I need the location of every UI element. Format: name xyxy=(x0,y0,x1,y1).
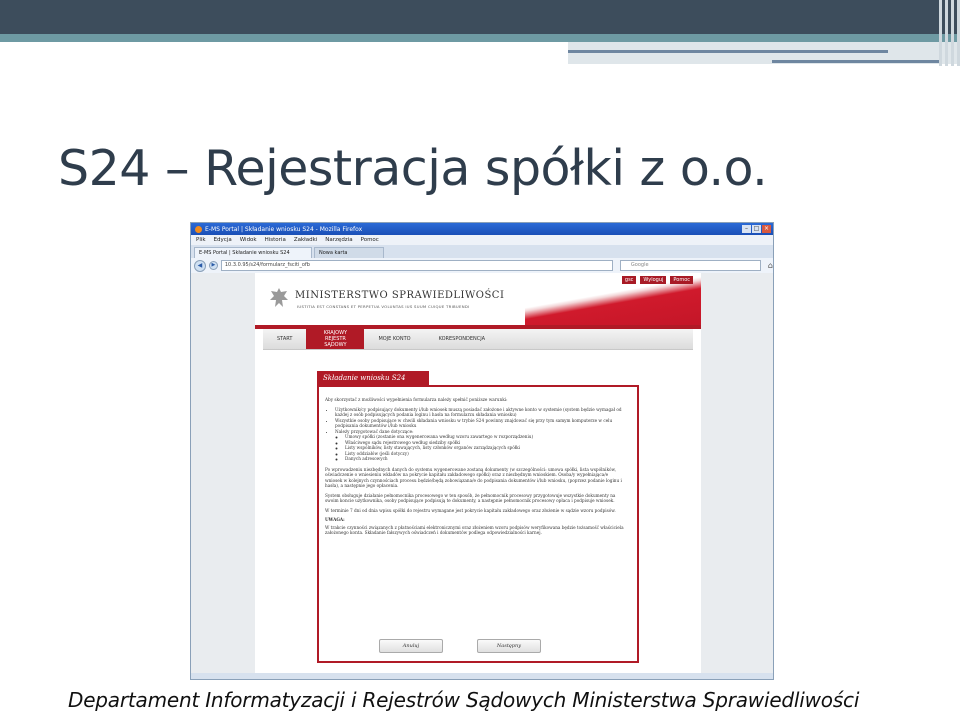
conditions-list: Użytkownik/cy podpisujący dokumenty i/lu… xyxy=(325,407,625,462)
menu-pomoc[interactable]: Pomoc xyxy=(361,237,379,243)
site-nav: START KRAJOWY REJESTR SĄDOWY MOJE KONTO … xyxy=(263,329,693,350)
form-intro: Aby skorzystać z możliwości wypełnienia … xyxy=(325,397,508,402)
browser-titlebar: E-MS Portal | Składanie wniosku S24 - Mo… xyxy=(191,223,773,235)
sub-conditions-list: Umowy spółki (zostanie ona wygenerowana … xyxy=(335,434,625,462)
browser-window-title: E-MS Portal | Składanie wniosku S24 - Mo… xyxy=(205,225,363,233)
menu-plik[interactable]: Plik xyxy=(196,237,206,243)
address-bar[interactable]: 10.3.0.95/s24/formularz_fsciti_ofb xyxy=(220,260,613,271)
slide-header-bar xyxy=(0,0,960,34)
webpage: gsc Wyloguj Pomoc MINISTERSTWO SPRAWIEDL… xyxy=(255,273,701,679)
slide-stripes xyxy=(928,0,960,66)
form-buttons: Anuluj Następny xyxy=(379,639,541,653)
menu-edycja[interactable]: Edycja xyxy=(214,237,232,243)
ministry-motto: IUSTITIA EST CONSTANS ET PERPETUA VOLUNT… xyxy=(297,304,470,309)
nav-krs[interactable]: KRAJOWY REJESTR SĄDOWY xyxy=(306,329,365,349)
close-icon[interactable]: × xyxy=(762,225,771,233)
slide-thin-line xyxy=(772,60,942,63)
warning-label: UWAGA: xyxy=(325,517,345,522)
home-icon[interactable]: ⌂ xyxy=(768,261,773,270)
menu-zakladki[interactable]: Zakładki xyxy=(294,237,317,243)
browser-navbar: ◀ ▶ 10.3.0.95/s24/formularz_fsciti_ofb G… xyxy=(191,258,773,273)
condition-item: Wszystkie osoby podpisujące w chwili skł… xyxy=(335,418,625,429)
minimize-icon[interactable]: – xyxy=(742,225,751,233)
logout-link[interactable]: Wyloguj xyxy=(640,276,667,284)
slide-thin-line xyxy=(568,50,888,53)
forward-icon[interactable]: ▶ xyxy=(208,261,218,270)
menu-widok[interactable]: Widok xyxy=(240,237,257,243)
form-paragraph: Po wprowadzeniu niezbędnych danych do sy… xyxy=(325,466,622,489)
user-link[interactable]: gsc xyxy=(621,276,637,284)
ministry-name: MINISTERSTWO SPRAWIEDLIWOŚCI xyxy=(295,290,505,301)
nav-moje-konto[interactable]: MOJE KONTO xyxy=(364,329,424,349)
menu-narzedzia[interactable]: Narzędzia xyxy=(325,237,352,243)
top-links: gsc Wyloguj Pomoc xyxy=(621,276,693,284)
browser-statusbar xyxy=(191,673,773,679)
browser-tab-active[interactable]: E-MS Portal | Składanie wniosku S24 xyxy=(194,247,312,258)
cancel-button[interactable]: Anuluj xyxy=(379,639,443,653)
slide-footer: Departament Informatyzacji i Rejestrów S… xyxy=(68,688,860,712)
back-icon[interactable]: ◀ xyxy=(194,259,206,272)
site-header: gsc Wyloguj Pomoc MINISTERSTWO SPRAWIEDL… xyxy=(255,273,701,325)
form-card: Aby skorzystać z możliwości wypełnienia … xyxy=(317,385,639,663)
browser-menubar: Plik Edycja Widok Historia Zakładki Narz… xyxy=(191,235,773,245)
search-input[interactable]: Google xyxy=(619,260,761,271)
menu-historia[interactable]: Historia xyxy=(265,237,286,243)
browser-tab-new[interactable]: Nowa karta xyxy=(314,247,384,258)
browser-viewport: gsc Wyloguj Pomoc MINISTERSTWO SPRAWIEDL… xyxy=(191,273,773,679)
form-instructions: Aby skorzystać z możliwości wypełnienia … xyxy=(325,397,625,540)
next-button[interactable]: Następny xyxy=(477,639,541,653)
condition-item: Należy przygotować dane dotyczące: Umowy… xyxy=(335,429,625,462)
firefox-icon xyxy=(195,225,202,233)
browser-tabbar: E-MS Portal | Składanie wniosku S24 Nowa… xyxy=(191,245,773,258)
form-title-tab: Składanie wniosku S24 xyxy=(317,371,429,385)
condition-item: Użytkownik/cy podpisujący dokumenty i/lu… xyxy=(335,407,625,418)
slide-accent-bar xyxy=(0,34,960,42)
form-paragraph: W terminie 7 dni od dnia wpisu spółki do… xyxy=(325,507,616,513)
maximize-icon[interactable]: □ xyxy=(752,225,761,233)
nav-start[interactable]: START xyxy=(263,329,306,349)
browser-screenshot: E-MS Portal | Składanie wniosku S24 - Mo… xyxy=(190,222,774,680)
form-paragraph: System obsługuje działanie pełnomocnika … xyxy=(325,492,616,504)
eagle-crest-icon xyxy=(270,288,288,307)
nav-korespondencja[interactable]: KORESPONDENCJA xyxy=(425,329,500,349)
warning-text: W trakcie czynności związanych z płatnoś… xyxy=(325,524,624,536)
slide-title: S24 – Rejestracja spółki z o.o. xyxy=(58,140,768,197)
sub-condition-item: Danych adresowych xyxy=(345,456,625,462)
help-link[interactable]: Pomoc xyxy=(670,276,693,284)
